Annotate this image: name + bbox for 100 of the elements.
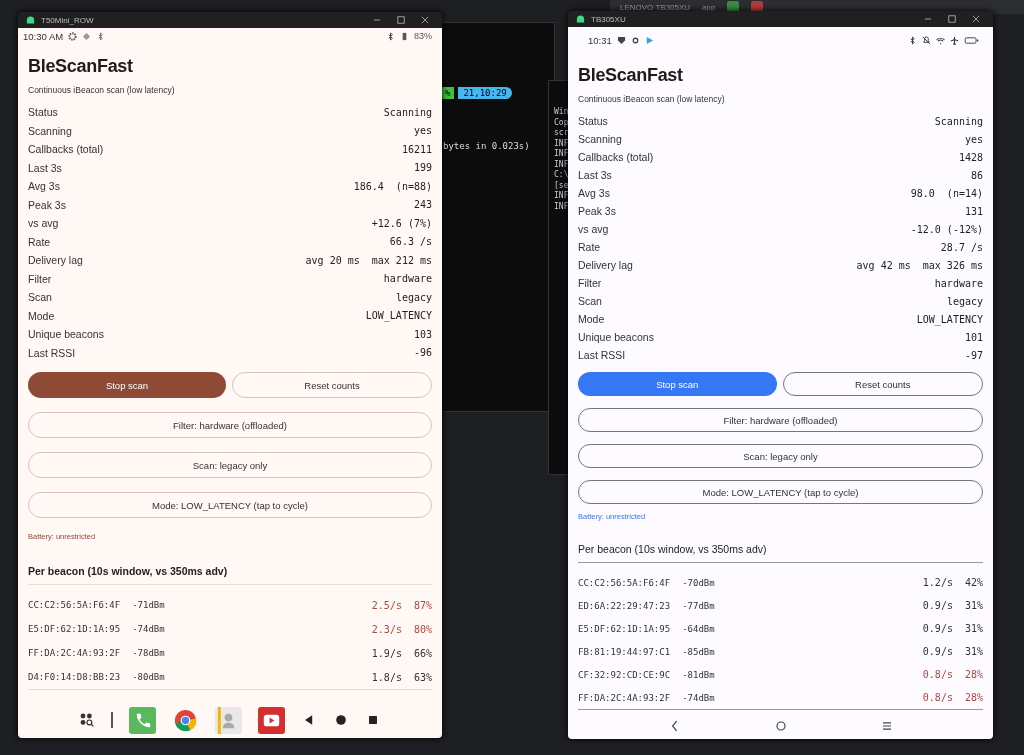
beacon-share: 87%	[413, 599, 432, 611]
minimize-icon[interactable]	[373, 16, 381, 24]
beacon-address: E5:DF:62:1D:1A:95	[578, 623, 671, 634]
beacon-share: 66%	[413, 647, 432, 659]
battery-icon	[964, 35, 979, 45]
battery-percentage: 83%	[414, 31, 432, 41]
beacon-rssi: -64dBm	[682, 623, 715, 634]
stat-label: Status	[578, 115, 608, 127]
stat-value: 98.0 (n=14)	[910, 187, 983, 199]
stat-value: LOW_LATENCY	[916, 313, 983, 325]
beacon-address: E5:DF:62:1D:1A:95	[28, 624, 121, 634]
stat-label: Avg 3s	[578, 187, 610, 199]
close-icon[interactable]	[972, 15, 980, 23]
beacon-share: 28%	[964, 692, 983, 703]
stat-label: Callbacks (total)	[578, 151, 654, 163]
stat-value: -96	[413, 347, 432, 359]
stop-scan-button[interactable]: Stop scan	[578, 372, 777, 396]
stat-label: Last RSSI	[578, 349, 626, 361]
beacon-rate: 2.3/s	[371, 623, 402, 635]
gear-icon	[68, 31, 78, 41]
stat-value: 103	[413, 328, 432, 340]
beacon-rssi: -77dBm	[682, 600, 715, 611]
stat-value: avg 20 ms max 212 ms	[305, 254, 432, 266]
beacon-address: CF:32:92:CD:CE:9C	[578, 669, 671, 680]
diamond-icon	[82, 31, 92, 41]
section-heading: Per beacon (10s window, vs 350ms adv)	[578, 543, 983, 563]
stat-label: Unique beacons	[578, 331, 654, 343]
beacon-share: 42%	[964, 577, 983, 588]
stat-value: avg 42 ms max 326 ms	[856, 259, 983, 271]
console-output: [se	[554, 180, 570, 191]
minimize-icon[interactable]	[924, 15, 932, 23]
stat-label: Scanning	[578, 133, 622, 145]
window-title: T50Mini_ROW	[41, 15, 94, 25]
app-drawer-icon[interactable]	[79, 712, 96, 728]
close-icon[interactable]	[421, 16, 429, 24]
beacon-address: FF:DA:2C:4A:93:2F	[578, 692, 671, 703]
beacon-rssi: -85dBm	[682, 646, 715, 657]
android-icon	[576, 15, 585, 23]
device-selector[interactable]: LENOVO TB305XU	[620, 2, 691, 12]
bluetooth-icon	[96, 31, 106, 41]
android-icon	[26, 16, 35, 24]
beacon-rate: 1.9/s	[371, 647, 402, 659]
console-output: INF	[554, 149, 570, 160]
stat-value: 1428	[958, 151, 983, 163]
console-output: scr	[554, 128, 570, 139]
beacon-address: CC:C2:56:5A:F6:4F	[578, 577, 671, 588]
muted-bell-icon	[922, 35, 931, 45]
beacon-share: 31%	[964, 646, 983, 657]
currency-icon	[630, 35, 640, 45]
maximize-icon[interactable]	[948, 15, 956, 23]
stop-scan-button[interactable]: Stop scan	[28, 372, 226, 398]
beacon-rssi: -81dBm	[682, 669, 715, 680]
stat-label: Delivery lag	[578, 259, 633, 271]
stat-value: 199	[413, 162, 432, 174]
status-time: 10:30 AM	[23, 30, 64, 42]
stat-label: Rate	[578, 241, 601, 253]
phone-app-icon[interactable]	[128, 706, 156, 734]
airplane-icon	[950, 35, 959, 45]
stat-value: LOW_LATENCY	[365, 310, 432, 322]
app-title: BleScanFast	[578, 65, 684, 86]
console-output: Cop	[554, 117, 570, 128]
stat-value: yes	[413, 125, 432, 137]
stat-value: -12.0 (-12%)	[910, 223, 983, 235]
stat-label: Mode	[578, 313, 605, 325]
console-output: INF	[554, 191, 570, 202]
beacon-rssi: -71dBm	[132, 600, 165, 610]
maximize-icon[interactable]	[397, 16, 405, 24]
beacon-share: 80%	[413, 623, 432, 635]
stat-value: yes	[964, 133, 983, 145]
beacon-rssi: -74dBm	[682, 692, 715, 703]
console-output: INF	[554, 201, 570, 212]
bluetooth-icon	[908, 35, 917, 45]
beacon-rssi: -74dBm	[132, 624, 165, 634]
terminal-output: bytes in 0.023s)	[442, 141, 531, 151]
stat-label: Last 3s	[578, 169, 612, 181]
beacon-address: CC:C2:56:5A:F6:4F	[28, 600, 121, 610]
stat-value: 16211	[401, 143, 432, 155]
stat-value: -97	[964, 349, 983, 361]
beacon-rate: 2.5/s	[371, 599, 402, 611]
stat-label: Avg 3s	[28, 180, 60, 193]
play-icon	[644, 35, 654, 45]
video-app-icon[interactable]	[257, 706, 285, 734]
shield-icon	[616, 35, 626, 45]
stat-value: legacy	[395, 291, 432, 303]
stat-value: 131	[964, 205, 983, 217]
wifi-icon	[936, 35, 945, 45]
beacon-address: D4:F0:14:D8:BB:23	[28, 672, 121, 682]
beacon-rssi: -78dBm	[132, 648, 165, 658]
beacon-share: 28%	[964, 669, 983, 680]
stat-value: hardware	[934, 277, 983, 289]
run-config-selector[interactable]: app	[702, 2, 716, 12]
stat-label: vs avg	[28, 217, 59, 230]
stat-label: Status	[28, 106, 58, 119]
bluetooth-icon	[386, 31, 395, 41]
stat-label: Scan	[578, 295, 602, 307]
beacon-address: FB:81:19:44:97:C1	[578, 646, 671, 657]
beacon-rssi: -80dBm	[132, 672, 165, 682]
stat-value: 243	[413, 199, 432, 211]
stat-label: Last RSSI	[28, 346, 76, 359]
window-title: TB305XU	[591, 14, 626, 24]
